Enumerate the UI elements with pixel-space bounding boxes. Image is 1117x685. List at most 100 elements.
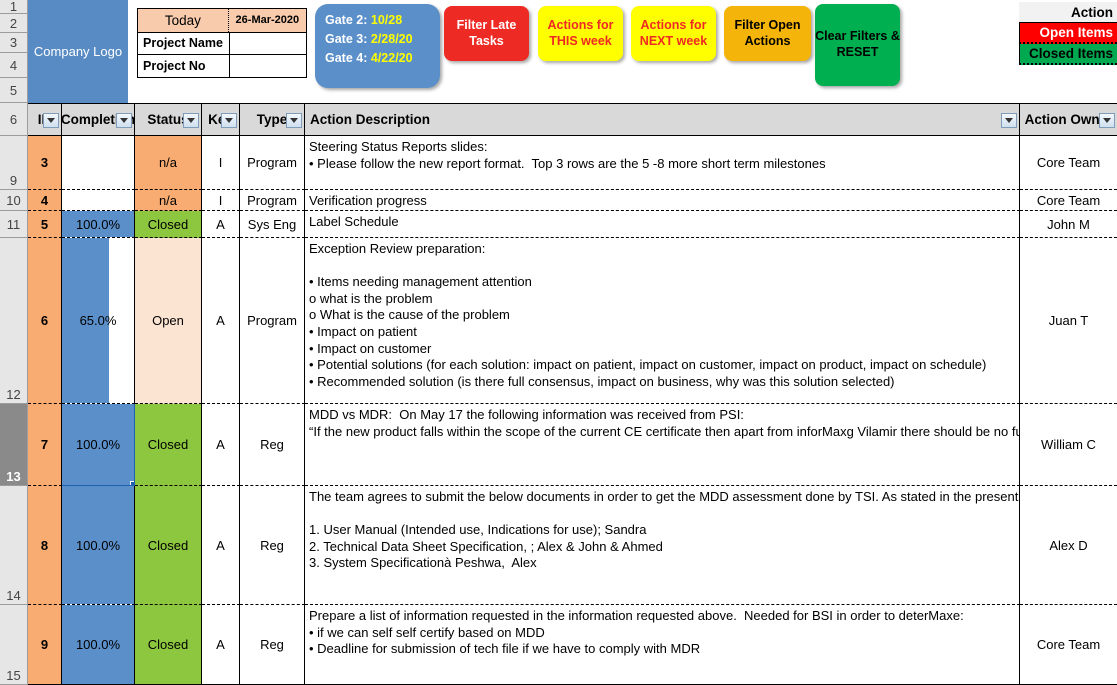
row-header-14[interactable]: 14 [0,486,28,605]
description-line: • Items needing management attention [309,274,532,290]
row-header-11[interactable]: 11 [0,211,28,238]
row-header-3[interactable]: 3 [0,33,28,53]
row-header-4[interactable]: 4 [0,53,28,78]
filter-dropdown-icon-description[interactable] [1001,113,1017,128]
cell-completion-row-14[interactable]: 100.0% [62,486,135,605]
filter-open-actions-button[interactable]: Filter Open Actions [724,6,811,61]
project-no-value[interactable] [228,55,306,77]
cell-id-row-15[interactable]: 9 [28,605,62,685]
cell-status-row-9[interactable]: n/a [135,136,202,190]
filter-dropdown-icon-key[interactable] [221,113,237,128]
cell-owner-row-10[interactable]: Core Team [1020,190,1117,211]
filter-dropdown-icon-type[interactable] [286,113,302,128]
cell-type-row-15[interactable]: Reg [240,605,305,685]
column-header-completion[interactable]: Completion [61,103,135,136]
cell-type-row-10[interactable]: Program [240,190,305,211]
cell-status-row-13[interactable]: Closed [135,404,202,486]
cell-status-row-11[interactable]: Closed [135,211,202,238]
cell-id-row-10[interactable]: 4 [28,190,62,211]
row-header-15[interactable]: 15 [0,605,28,685]
row-header-10[interactable]: 10 [0,190,28,211]
column-header-type[interactable]: Type [240,103,305,136]
cell-id-row-14[interactable]: 8 [28,486,62,605]
cell-status-row-14[interactable]: Closed [135,486,202,605]
filter-dropdown-icon-completion[interactable] [116,113,132,128]
cell-description-row-12[interactable]: Exception Review preparation: • Items nee… [305,238,1020,404]
row-header-2[interactable]: 2 [0,14,28,33]
description-line: 3. System Specificationà Peshwa, Alex [309,555,537,571]
row-header-13[interactable]: 13 [0,404,28,486]
filter-dropdown-icon-status[interactable] [183,113,199,128]
column-header-description[interactable]: Action Description [305,103,1020,136]
column-header-id[interactable]: ID [28,103,62,136]
cell-id-row-9[interactable]: 3 [28,136,62,190]
filter-dropdown-icon-id[interactable] [43,113,59,128]
column-header-owner[interactable]: Action Owner [1020,103,1117,136]
cell-key-row-11[interactable]: A [202,211,240,238]
cell-type-row-13[interactable]: Reg [240,404,305,486]
row-header-12[interactable]: 12 [0,238,28,404]
description-line [309,258,1015,275]
cell-type-row-14[interactable]: Reg [240,486,305,605]
cell-description-row-15[interactable]: Prepare a list of information requested … [305,605,1020,685]
cell-key-row-13[interactable]: A [202,404,240,486]
gate-2-value: 10/28 [370,13,403,27]
cell-key-row-12[interactable]: A [202,238,240,404]
description-line: o What is the cause of the problem [309,307,510,323]
cell-owner-row-12[interactable]: Juan T [1020,238,1117,404]
cell-owner-row-9[interactable]: Core Team [1020,136,1117,190]
cell-status-row-10[interactable]: n/a [135,190,202,211]
cell-key-row-14[interactable]: A [202,486,240,605]
project-name-value[interactable] [228,32,306,55]
filter-dropdown-icon-owner[interactable] [1099,113,1115,128]
cell-owner-row-11[interactable]: John M [1020,211,1117,238]
completion-value: 100.0% [75,637,121,652]
cell-owner-row-15[interactable]: Core Team [1020,605,1117,685]
row-header-6[interactable]: 6 [0,103,28,136]
column-header-status[interactable]: Status [135,103,202,136]
cell-key-row-9[interactable]: I [202,136,240,190]
cell-completion-row-13[interactable]: 100.0% [62,404,135,486]
actions-this-week-button[interactable]: Actions for THIS week [538,6,623,61]
column-header-description-label: Action Description [310,112,431,127]
cell-owner-row-14[interactable]: Alex D [1020,486,1117,605]
cell-type-row-11[interactable]: Sys Eng [240,211,305,238]
description-line: • if we can self self certify based on M… [309,624,545,640]
row-header-5[interactable]: 5 [0,78,28,103]
cell-id-row-12[interactable]: 6 [28,238,62,404]
gate-row-3: Gate 3: 2/28/20 [325,30,440,49]
row-header-1[interactable]: 1 [0,0,28,14]
cell-completion-row-12[interactable]: 65.0% [62,238,135,404]
cell-description-row-11[interactable]: Label Schedule [305,211,1020,238]
description-line: Prepare a list of information requested … [309,608,964,623]
cell-completion-row-10[interactable] [62,190,135,211]
cell-description-row-14[interactable]: The team agrees to submit the below docu… [305,486,1020,605]
column-header-key[interactable]: Key [202,103,240,136]
legend-open-items: Open Items [1019,23,1117,44]
cell-id-row-11[interactable]: 5 [28,211,62,238]
cell-description-row-10[interactable]: Verification progress [305,190,1020,211]
cell-status-row-12[interactable]: Open [135,238,202,404]
actions-next-week-button[interactable]: Actions for NEXT week [631,6,716,61]
cell-completion-row-11[interactable]: 100.0% [62,211,135,238]
description-line: Exception Review preparation: [309,241,486,256]
cell-description-row-13[interactable]: MDD vs MDR: On May 17 the following info… [305,404,1020,486]
cell-key-row-10[interactable]: I [202,190,240,211]
cell-type-row-9[interactable]: Program [240,136,305,190]
project-name-label: Project Name [143,36,223,51]
cell-completion-row-9[interactable] [62,136,135,190]
cell-status-row-15[interactable]: Closed [135,605,202,685]
cell-description-row-9[interactable]: Steering Status Reports slides: • Please … [305,136,1020,190]
cell-completion-row-15[interactable]: 100.0% [62,605,135,685]
cell-id-row-13[interactable]: 7 [28,404,62,486]
description-line: The team agrees to submit the below docu… [309,489,1019,504]
clear-filters-reset-button[interactable]: Clear Filters & RESET [815,4,900,86]
column-header-type-label: Type [256,112,288,127]
row-header-9[interactable]: 9 [0,136,28,190]
cell-owner-row-13[interactable]: William C [1020,404,1117,486]
cell-type-row-12[interactable]: Program [240,238,305,404]
gate-dates-box: Gate 2: 10/28 Gate 3: 2/28/20 Gate 4: 4/… [315,4,440,88]
filter-late-tasks-button[interactable]: Filter Late Tasks [444,6,529,61]
cell-key-row-15[interactable]: A [202,605,240,685]
gate-2-label: Gate 2: [325,13,368,27]
